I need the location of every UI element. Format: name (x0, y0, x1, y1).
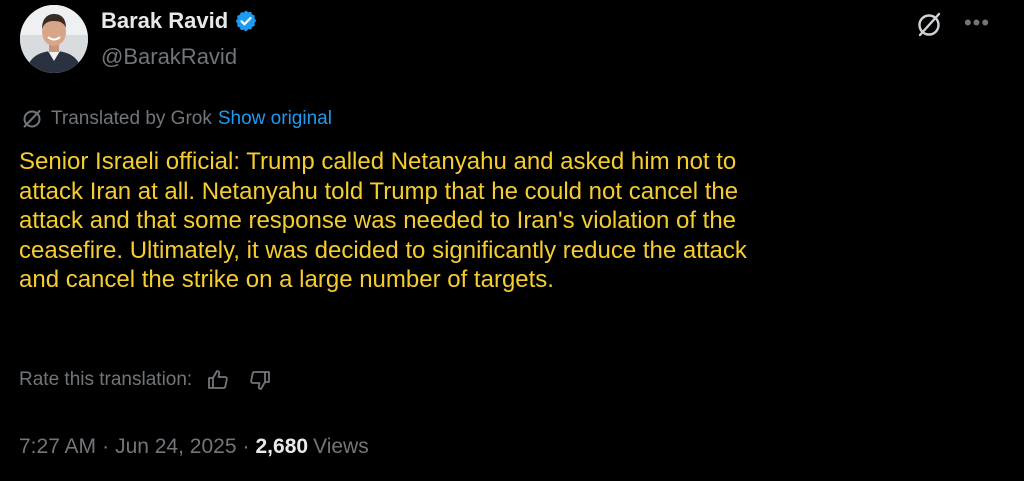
views-count: 2,680 (255, 435, 309, 458)
more-icon[interactable]: ••• (960, 8, 994, 38)
author-name-row[interactable]: Barak Ravid (101, 6, 258, 36)
grok-icon[interactable] (914, 10, 944, 40)
thumbs-down-icon[interactable] (248, 368, 272, 392)
verified-badge-icon (235, 10, 257, 32)
translation-notice: Translated by Grok Show original (21, 106, 332, 132)
separator: · (242, 435, 250, 458)
author-handle[interactable]: @BarakRavid (101, 42, 237, 72)
rate-translation: Rate this translation: (19, 366, 272, 394)
avatar[interactable] (20, 5, 88, 73)
display-name[interactable]: Barak Ravid (101, 6, 228, 36)
avatar-image (20, 5, 88, 73)
views-label: Views (313, 435, 369, 458)
tweet[interactable]: Barak Ravid @BarakRavid ••• Translated b… (0, 0, 1024, 481)
tweet-meta: 7:27 AM · Jun 24, 2025 · 2,680 Views (19, 433, 369, 461)
grok-icon (23, 110, 41, 128)
show-original-link[interactable]: Show original (218, 108, 332, 130)
separator: · (102, 435, 110, 458)
rate-label: Rate this translation: (19, 369, 193, 390)
tweet-date[interactable]: Jun 24, 2025 (115, 435, 236, 459)
thumbs-up-icon[interactable] (206, 368, 230, 392)
tweet-text: Senior Israeli official: Trump called Ne… (19, 148, 747, 294)
tweet-time[interactable]: 7:27 AM (19, 435, 96, 459)
translated-by-label: Translated by Grok (51, 108, 212, 129)
